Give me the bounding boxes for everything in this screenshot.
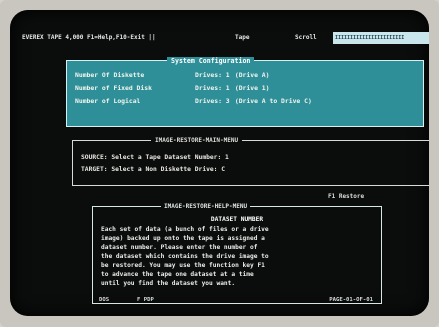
monitor-bezel: EVEREX TAPE 4,000 F1=Help,F10-Exit || Ta… [0,0,439,327]
help-text-line: dataset number. Please enter the number … [101,244,258,251]
menu-item-scroll[interactable]: Scroll [295,34,317,41]
system-configuration-panel: System Configuration Number Of Diskette D… [66,57,424,127]
config-detail: (Drive A) [234,71,270,79]
app-title: EVEREX TAPE 4,000 F1=Help,F10-Exit || [22,34,156,41]
config-row-diskette: Number Of Diskette Drives: 1 (Drive A) [75,71,270,79]
help-text-line: Each set of data (a bunch of files or a … [101,226,269,233]
config-row-logical: Number of Logical Drives: 3 (Drive A to D… [75,97,312,105]
target-drive-field[interactable]: TARGET: Select a Non Diskette Drive: C [81,166,225,173]
status-field: IIIIIIIIIIIIIIIIIIIIIII [333,32,429,44]
f1-restore-hint[interactable]: F1 Restore [328,193,364,200]
menu-bar: EVEREX TAPE 4,000 F1=Help,F10-Exit || Ta… [10,32,429,46]
help-text-line: until you find the dataset you want. [101,280,236,287]
help-heading: DATASET NUMBER [210,216,264,223]
restore-main-menu: IMAGE-RESTORE-MAIN-MENU SOURCE: Select a… [72,137,429,186]
config-count: Drives: 1 [195,84,230,92]
system-configuration-title: System Configuration [167,57,255,65]
help-text-line: be restored. You may use the function ke… [101,262,265,269]
config-count: Drives: 1 [195,71,230,79]
help-text-line: to advance the tape one dataset at a tim… [101,271,254,278]
menu-item-tape[interactable]: Tape [235,34,249,41]
footer-pgdn[interactable]: F PDP [137,297,154,303]
footer-page-indicator: PAGE-01-OF-01 [329,297,373,303]
restore-help-menu: IMAGE-RESTORE-HELP-MENU DATASET NUMBER E… [92,203,382,304]
config-label: Number of Fixed Disk [75,84,152,92]
config-count: Drives: 3 [195,97,230,105]
config-detail: (Drive A to Drive C) [234,97,312,105]
source-dataset-field[interactable]: SOURCE: Select a Tape Dataset Number: 1 [81,154,229,161]
help-text-line: the dataset which contains the drive ima… [101,253,269,260]
config-label: Number of Logical [75,97,141,105]
config-detail: (Drive 1) [234,84,270,92]
restore-help-title: IMAGE-RESTORE-HELP-MENU [161,203,251,210]
config-label: Number Of Diskette [75,71,145,79]
restore-main-menu-title: IMAGE-RESTORE-MAIN-MENU [151,137,243,144]
footer-dos[interactable]: DOS [99,297,109,303]
help-text-line: image) backed up onto the tape is assign… [101,235,265,242]
config-row-fixed-disk: Number of Fixed Disk Drives: 1 (Drive 1) [75,84,270,92]
crt-screen: EVEREX TAPE 4,000 F1=Help,F10-Exit || Ta… [10,10,429,316]
